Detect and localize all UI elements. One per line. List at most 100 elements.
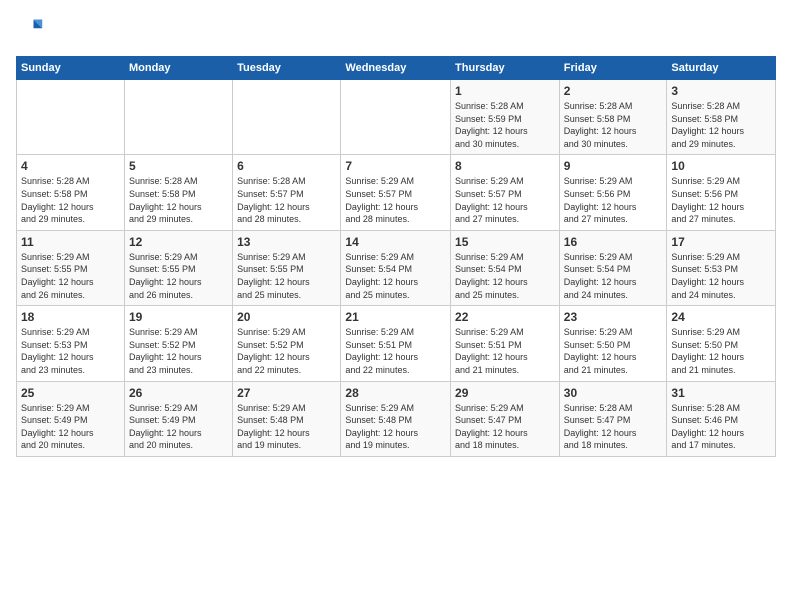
calendar-day-cell: 21 Sunrise: 5:29 AM Sunset: 5:51 PM Dayli… [341,306,451,381]
day-info: Sunrise: 5:29 AM Sunset: 5:51 PM Dayligh… [455,326,555,376]
day-info: Sunrise: 5:29 AM Sunset: 5:47 PM Dayligh… [455,402,555,452]
day-number: 6 [237,159,336,173]
day-number: 3 [671,84,771,98]
calendar-body: 1 Sunrise: 5:28 AM Sunset: 5:59 PM Daylig… [17,80,776,457]
day-number: 29 [455,386,555,400]
day-number: 26 [129,386,228,400]
calendar-day-cell: 14Sunrise: 5:29 AM Sunset: 5:54 PM Dayli… [341,230,451,305]
day-number: 13 [237,235,336,249]
day-number: 17 [671,235,771,249]
day-info: Sunrise: 5:29 AM Sunset: 5:52 PM Dayligh… [129,326,228,376]
page-header [16,16,776,44]
day-info: Sunrise: 5:29 AM Sunset: 5:53 PM Dayligh… [21,326,120,376]
day-number: 23 [564,310,663,324]
day-number: 16 [564,235,663,249]
day-info: Sunrise: 5:28 AM Sunset: 5:59 PM Dayligh… [455,100,555,150]
day-header: Wednesday [341,57,451,80]
day-info: Sunrise: 5:29 AM Sunset: 5:51 PM Dayligh… [345,326,446,376]
calendar-week-row: 4 Sunrise: 5:28 AM Sunset: 5:58 PM Daylig… [17,155,776,230]
day-info: Sunrise: 5:29 AM Sunset: 5:50 PM Dayligh… [671,326,771,376]
day-info: Sunrise: 5:29 AM Sunset: 5:49 PM Dayligh… [21,402,120,452]
day-number: 21 [345,310,446,324]
day-info: Sunrise: 5:28 AM Sunset: 5:58 PM Dayligh… [564,100,663,150]
day-info: Sunrise: 5:28 AM Sunset: 5:47 PM Dayligh… [564,402,663,452]
day-info: Sunrise: 5:28 AM Sunset: 5:58 PM Dayligh… [671,100,771,150]
calendar-day-cell: 28Sunrise: 5:29 AM Sunset: 5:48 PM Dayli… [341,381,451,456]
calendar-day-cell: 12Sunrise: 5:29 AM Sunset: 5:55 PM Dayli… [124,230,232,305]
day-info: Sunrise: 5:28 AM Sunset: 5:58 PM Dayligh… [129,175,228,225]
calendar-day-cell: 16Sunrise: 5:29 AM Sunset: 5:54 PM Dayli… [559,230,667,305]
day-info: Sunrise: 5:29 AM Sunset: 5:55 PM Dayligh… [21,251,120,301]
day-number: 20 [237,310,336,324]
calendar-day-cell: 6 Sunrise: 5:28 AM Sunset: 5:57 PM Daylig… [233,155,341,230]
day-number: 22 [455,310,555,324]
day-info: Sunrise: 5:29 AM Sunset: 5:56 PM Dayligh… [564,175,663,225]
day-info: Sunrise: 5:28 AM Sunset: 5:58 PM Dayligh… [21,175,120,225]
calendar-day-cell: 29 Sunrise: 5:29 AM Sunset: 5:47 PM Dayli… [451,381,560,456]
day-info: Sunrise: 5:29 AM Sunset: 5:50 PM Dayligh… [564,326,663,376]
day-number: 25 [21,386,120,400]
day-info: Sunrise: 5:29 AM Sunset: 5:49 PM Dayligh… [129,402,228,452]
day-number: 10 [671,159,771,173]
day-number: 15 [455,235,555,249]
calendar-day-cell: 9 Sunrise: 5:29 AM Sunset: 5:56 PM Daylig… [559,155,667,230]
day-number: 9 [564,159,663,173]
day-header: Thursday [451,57,560,80]
day-number: 24 [671,310,771,324]
calendar-day-cell: 15Sunrise: 5:29 AM Sunset: 5:54 PM Dayli… [451,230,560,305]
calendar-week-row: 18 Sunrise: 5:29 AM Sunset: 5:53 PM Dayli… [17,306,776,381]
calendar-day-cell [17,80,125,155]
day-number: 8 [455,159,555,173]
day-info: Sunrise: 5:28 AM Sunset: 5:46 PM Dayligh… [671,402,771,452]
day-number: 30 [564,386,663,400]
day-header: Friday [559,57,667,80]
calendar-day-cell: 24 Sunrise: 5:29 AM Sunset: 5:50 PM Dayli… [667,306,776,381]
day-number: 11 [21,235,120,249]
calendar-day-cell: 23 Sunrise: 5:29 AM Sunset: 5:50 PM Dayli… [559,306,667,381]
day-info: Sunrise: 5:28 AM Sunset: 5:57 PM Dayligh… [237,175,336,225]
calendar-day-cell: 7 Sunrise: 5:29 AM Sunset: 5:57 PM Daylig… [341,155,451,230]
day-info: Sunrise: 5:29 AM Sunset: 5:54 PM Dayligh… [345,251,446,301]
calendar-week-row: 11 Sunrise: 5:29 AM Sunset: 5:55 PM Dayli… [17,230,776,305]
day-info: Sunrise: 5:29 AM Sunset: 5:53 PM Dayligh… [671,251,771,301]
calendar-day-cell: 22 Sunrise: 5:29 AM Sunset: 5:51 PM Dayli… [451,306,560,381]
calendar-day-cell: 30 Sunrise: 5:28 AM Sunset: 5:47 PM Dayli… [559,381,667,456]
logo-icon [16,16,44,44]
calendar-day-cell: 25 Sunrise: 5:29 AM Sunset: 5:49 PM Dayli… [17,381,125,456]
day-header: Tuesday [233,57,341,80]
day-info: Sunrise: 5:29 AM Sunset: 5:55 PM Dayligh… [129,251,228,301]
calendar-day-cell: 3 Sunrise: 5:28 AM Sunset: 5:58 PM Daylig… [667,80,776,155]
calendar-day-cell: 19Sunrise: 5:29 AM Sunset: 5:52 PM Dayli… [124,306,232,381]
calendar-day-cell: 27Sunrise: 5:29 AM Sunset: 5:48 PM Dayli… [233,381,341,456]
calendar-day-cell [233,80,341,155]
calendar-day-cell: 31 Sunrise: 5:28 AM Sunset: 5:46 PM Dayli… [667,381,776,456]
calendar-day-cell [341,80,451,155]
day-number: 28 [345,386,446,400]
day-header: Monday [124,57,232,80]
calendar-day-cell: 26 Sunrise: 5:29 AM Sunset: 5:49 PM Dayli… [124,381,232,456]
calendar-week-row: 25 Sunrise: 5:29 AM Sunset: 5:49 PM Dayli… [17,381,776,456]
day-number: 18 [21,310,120,324]
calendar-day-cell: 4 Sunrise: 5:28 AM Sunset: 5:58 PM Daylig… [17,155,125,230]
day-info: Sunrise: 5:29 AM Sunset: 5:52 PM Dayligh… [237,326,336,376]
calendar-day-cell: 18 Sunrise: 5:29 AM Sunset: 5:53 PM Dayli… [17,306,125,381]
calendar-day-cell: 11 Sunrise: 5:29 AM Sunset: 5:55 PM Dayli… [17,230,125,305]
calendar-day-cell: 17 Sunrise: 5:29 AM Sunset: 5:53 PM Dayli… [667,230,776,305]
calendar-week-row: 1 Sunrise: 5:28 AM Sunset: 5:59 PM Daylig… [17,80,776,155]
calendar-day-cell: 8Sunrise: 5:29 AM Sunset: 5:57 PM Daylig… [451,155,560,230]
day-number: 27 [237,386,336,400]
days-header-row: SundayMondayTuesdayWednesdayThursdayFrid… [17,57,776,80]
day-info: Sunrise: 5:29 AM Sunset: 5:57 PM Dayligh… [345,175,446,225]
day-number: 4 [21,159,120,173]
day-number: 5 [129,159,228,173]
day-info: Sunrise: 5:29 AM Sunset: 5:55 PM Dayligh… [237,251,336,301]
day-number: 1 [455,84,555,98]
day-info: Sunrise: 5:29 AM Sunset: 5:56 PM Dayligh… [671,175,771,225]
calendar-table: SundayMondayTuesdayWednesdayThursdayFrid… [16,56,776,457]
day-number: 7 [345,159,446,173]
day-number: 31 [671,386,771,400]
calendar-day-cell: 10 Sunrise: 5:29 AM Sunset: 5:56 PM Dayli… [667,155,776,230]
calendar-day-cell: 13 Sunrise: 5:29 AM Sunset: 5:55 PM Dayli… [233,230,341,305]
logo [16,16,48,44]
calendar-day-cell: 2Sunrise: 5:28 AM Sunset: 5:58 PM Daylig… [559,80,667,155]
